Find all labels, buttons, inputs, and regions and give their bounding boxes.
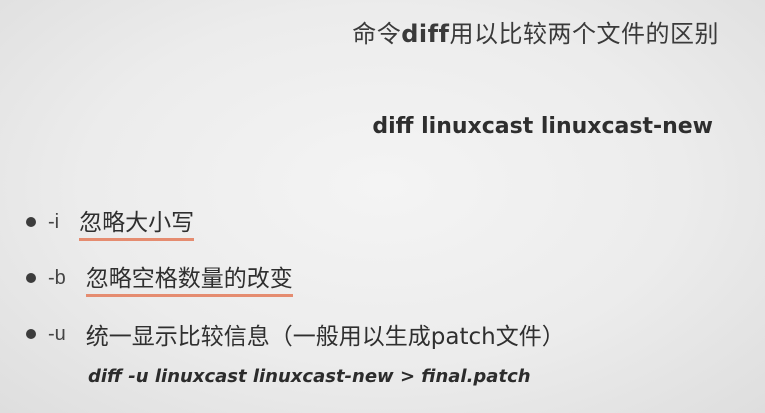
bullet-icon bbox=[26, 329, 36, 339]
title-suffix: 用以比较两个文件的区别 bbox=[449, 20, 719, 48]
list-item-option-b: -b 忽略空格数量的改变 bbox=[26, 250, 565, 306]
bullet-icon bbox=[26, 273, 36, 283]
example-command: diff -u linuxcast linuxcast-new > final.… bbox=[88, 366, 531, 387]
list-item-option-i: -i 忽略大小写 bbox=[26, 194, 565, 250]
option-list: -i 忽略大小写 -b 忽略空格数量的改变 -u 统一显示比较信息（一般用以生成… bbox=[26, 194, 565, 362]
option-flag: -u bbox=[48, 322, 66, 345]
bullet-icon bbox=[26, 217, 36, 227]
slide-title: 命令diff用以比较两个文件的区别 bbox=[352, 14, 719, 49]
title-prefix: 命令 bbox=[352, 20, 402, 48]
list-item-option-u: -u 统一显示比较信息（一般用以生成patch文件） bbox=[26, 306, 565, 362]
command-heading: diff linuxcast linuxcast-new bbox=[372, 114, 713, 139]
option-description: 统一显示比较信息（一般用以生成patch文件） bbox=[85, 324, 565, 350]
option-flag: -i bbox=[48, 210, 60, 233]
title-command: diff bbox=[401, 20, 450, 48]
option-description: 忽略空格数量的改变 bbox=[85, 259, 293, 297]
option-description: 忽略大小写 bbox=[79, 203, 195, 241]
option-flag: -b bbox=[48, 266, 66, 289]
